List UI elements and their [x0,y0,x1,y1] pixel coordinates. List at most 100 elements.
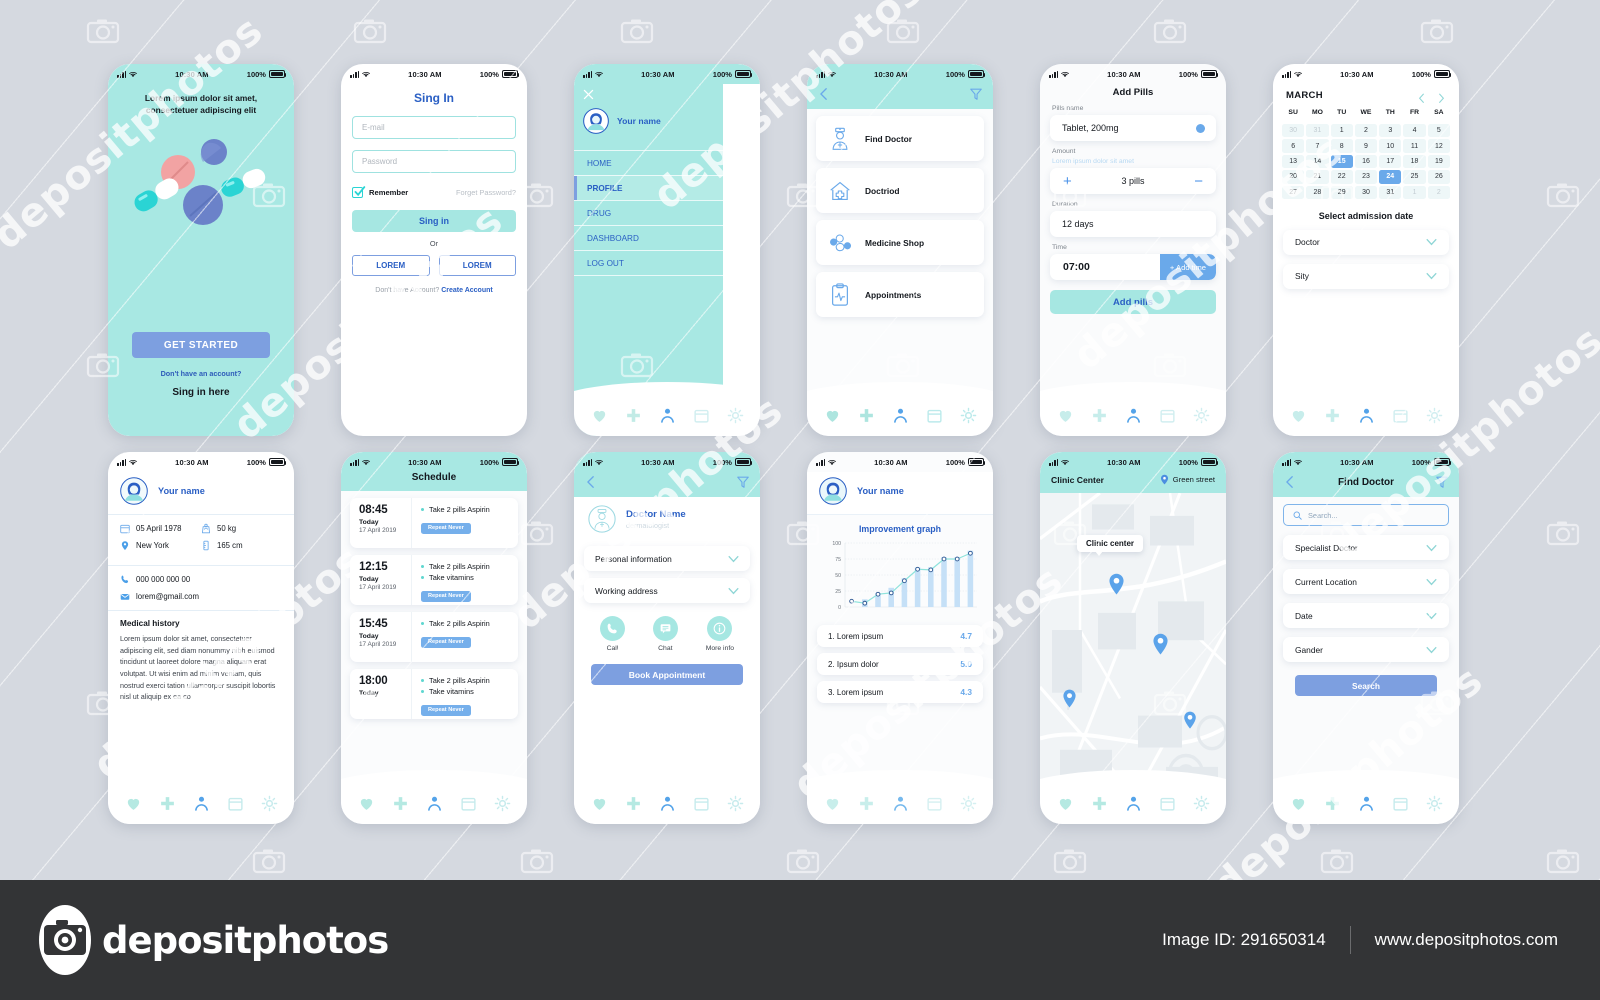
sign-in-here-link[interactable]: Sing in here [108,387,294,398]
calendar-icon[interactable] [926,795,943,812]
person-icon[interactable] [1358,795,1375,812]
calendar-icon[interactable] [693,407,710,424]
search-button[interactable]: Search [1295,675,1437,696]
plus-icon[interactable] [392,795,409,812]
gender-dropdown[interactable]: Gander [1283,637,1449,662]
calendar-day[interactable]: 23 [1354,170,1378,184]
person-icon[interactable] [892,795,909,812]
calendar-day[interactable]: 28 [1306,185,1329,199]
gear-icon[interactable] [960,795,977,812]
calendar-day[interactable]: 22 [1330,170,1353,184]
calendar-icon[interactable] [926,407,943,424]
doctor-dropdown[interactable]: Doctor [1283,229,1449,255]
calendar-day[interactable]: 10 [1379,139,1402,153]
plus-icon[interactable] [1091,795,1108,812]
drawer-item-logout[interactable]: LOG OUT [574,250,723,275]
calendar-icon[interactable] [1159,795,1176,812]
calendar-day[interactable]: 7 [1306,139,1329,153]
calendar-day[interactable]: 6 [1282,139,1305,153]
prev-month-icon[interactable] [1417,90,1426,103]
get-started-button[interactable]: GET STARTED [132,332,270,358]
book-appointment-button[interactable]: Book Appointment [591,664,743,685]
calendar-icon[interactable] [227,795,244,812]
duration-field[interactable]: 12 days [1050,211,1216,237]
plus-icon[interactable] [159,795,176,812]
close-icon[interactable] [582,88,595,101]
filter-icon[interactable] [736,475,750,489]
drawer-item-home[interactable]: HOME [574,150,723,175]
calendar-day[interactable]: 12 [1427,139,1450,153]
person-icon[interactable] [1358,407,1375,424]
map-pin-clinic[interactable] [1108,573,1125,595]
heart-icon[interactable] [591,795,608,812]
service-appointments[interactable]: Appointments [816,272,984,317]
schedule-row[interactable]: 15:45 Today 17 April 2019 Take 2 pills A… [350,612,518,662]
gear-icon[interactable] [1193,407,1210,424]
color-dot-icon[interactable] [1196,123,1205,133]
calendar-day[interactable]: 26 [1427,170,1450,184]
heart-icon[interactable] [1290,407,1307,424]
calendar-icon[interactable] [1392,407,1409,424]
next-month-icon[interactable] [1437,90,1446,103]
search-input[interactable]: Search... [1283,504,1449,526]
calendar-icon[interactable] [460,795,477,812]
calendar-day[interactable]: 1 [1330,124,1353,138]
heart-icon[interactable] [1057,795,1074,812]
plus-icon[interactable] [625,407,642,424]
plus-icon[interactable] [1324,407,1341,424]
gear-icon[interactable] [960,407,977,424]
gear-icon[interactable] [727,407,744,424]
score-row[interactable]: 3. Lorem ipsum 4.3 [817,681,983,703]
service-find-doctor[interactable]: Find Doctor [816,116,984,161]
calendar-day[interactable]: 2 [1354,124,1378,138]
heart-icon[interactable] [591,407,608,424]
drawer-item-dashboard[interactable]: DASHBOARD [574,225,723,250]
calendar-day[interactable]: 20 [1282,170,1305,184]
plus-icon[interactable] [858,795,875,812]
more-info-action[interactable]: More info [706,616,734,652]
calendar-day[interactable]: 21 [1306,170,1329,184]
calendar-icon[interactable] [1159,407,1176,424]
heart-icon[interactable] [824,795,841,812]
specialist-dropdown[interactable]: Specialist Doctor [1283,535,1449,560]
service-doctriod[interactable]: Doctriod [816,168,984,213]
score-row[interactable]: 2. Ipsum dolor 5.0 [817,653,983,675]
gear-icon[interactable] [494,795,511,812]
calendar-day[interactable]: 8 [1330,139,1353,153]
calendar-icon[interactable] [1392,795,1409,812]
schedule-row[interactable]: 08:45 Today 17 April 2019 Take 2 pills A… [350,498,518,548]
plus-icon[interactable] [858,407,875,424]
map-pin-4[interactable] [1183,711,1197,729]
score-row[interactable]: 1. Lorem ipsum 4.7 [817,625,983,647]
remember-checkbox[interactable] [352,186,366,198]
calendar-day[interactable]: 9 [1354,139,1378,153]
calendar-day[interactable]: 25 [1403,170,1426,184]
heart-icon[interactable] [358,795,375,812]
gear-icon[interactable] [1193,795,1210,812]
repeat-badge[interactable]: Repeat Never [421,636,471,648]
filter-icon[interactable] [1435,475,1449,489]
filter-icon[interactable] [969,87,983,101]
decrement-button[interactable]: − [1194,174,1203,189]
calendar-day[interactable]: 19 [1427,154,1450,169]
heart-icon[interactable] [824,407,841,424]
calendar-day[interactable]: 30 [1282,124,1305,138]
calendar-grid[interactable]: 30 31 1 2 3 4 5 6 7 8 9 10 11 12 13 14 15 16 17 18 19 20 21 22 2… [1282,124,1450,199]
gear-icon[interactable] [1426,795,1443,812]
person-icon[interactable] [1125,407,1142,424]
calendar-day[interactable]: 15 [1330,154,1353,169]
city-dropdown[interactable]: Sity [1283,263,1449,289]
gear-icon[interactable] [1426,407,1443,424]
heart-icon[interactable] [1057,407,1074,424]
calendar-icon[interactable] [693,795,710,812]
social-button-left[interactable]: LOREM [352,255,430,276]
person-icon[interactable] [193,795,210,812]
back-icon[interactable] [584,475,598,489]
calendar-day[interactable]: 30 [1354,185,1378,199]
calendar-day[interactable]: 31 [1379,185,1402,199]
back-icon[interactable] [817,87,831,101]
plus-icon[interactable] [625,795,642,812]
person-icon[interactable] [426,795,443,812]
calendar-day[interactable]: 29 [1330,185,1353,199]
calendar-day[interactable]: 17 [1379,154,1402,169]
